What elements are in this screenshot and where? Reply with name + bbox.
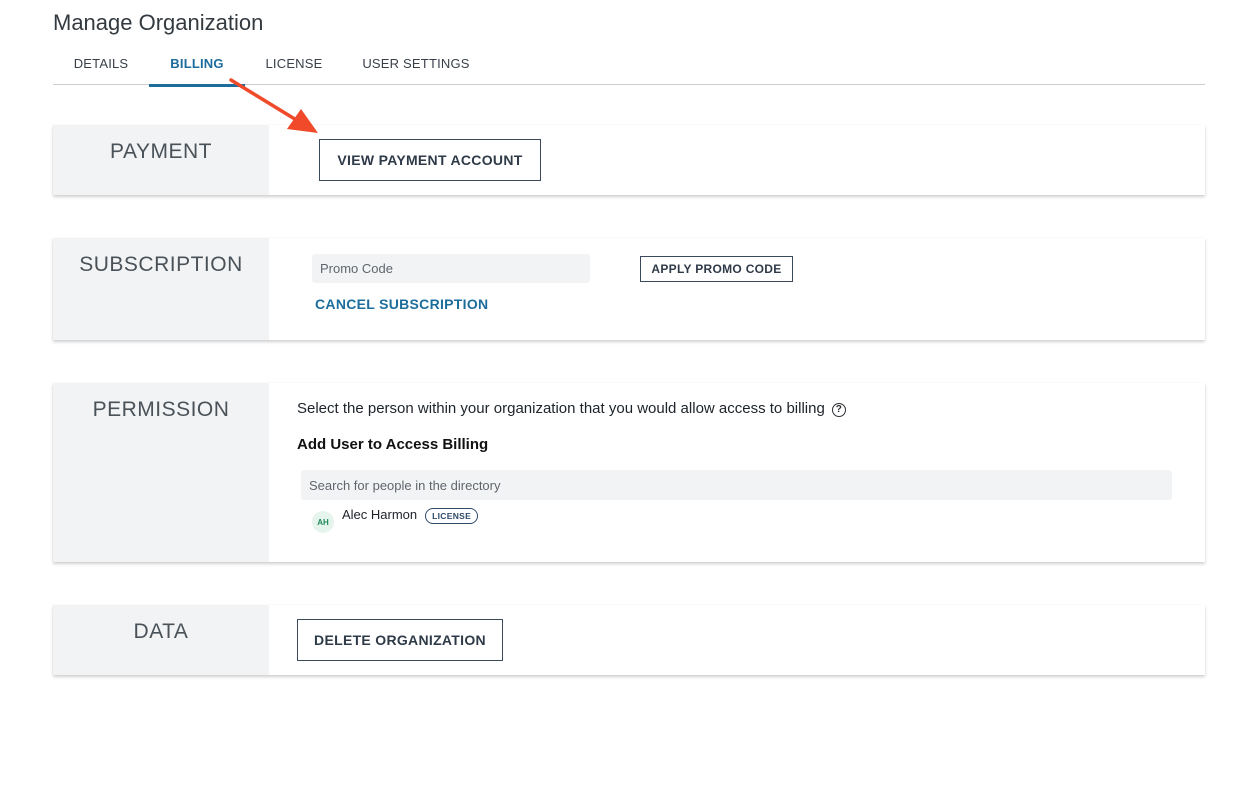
payment-card: PAYMENT VIEW PAYMENT ACCOUNT [53,125,1205,195]
people-search-input[interactable] [301,470,1172,500]
data-card: DATA DELETE ORGANIZATION [53,605,1205,675]
license-badge: LICENSE [425,508,479,524]
tab-billing[interactable]: BILLING [149,52,245,87]
help-icon[interactable]: ? [831,403,846,417]
view-payment-account-button[interactable]: VIEW PAYMENT ACCOUNT [319,139,541,181]
permission-description-text: Select the person within your organizati… [297,400,825,417]
payment-label: PAYMENT [110,140,212,163]
user-name: Alec Harmon [342,507,418,522]
data-label: DATA [133,620,189,643]
permission-card: PERMISSION Select the person within your… [53,383,1205,562]
apply-promo-code-button[interactable]: APPLY PROMO CODE [640,256,793,282]
cancel-subscription-link[interactable]: CANCEL SUBSCRIPTION [315,296,488,312]
add-user-heading: Add User to Access Billing [297,436,489,453]
manage-organization-page: Manage Organization DETAILS BILLING LICE… [0,0,1257,798]
tab-user-settings[interactable]: USER SETTINGS [353,52,479,85]
permission-description: Select the person within your organizati… [297,400,846,417]
avatar: AH [312,511,334,533]
tab-license[interactable]: LICENSE [245,52,343,85]
permission-label: PERMISSION [92,398,230,421]
tab-bar: DETAILS BILLING LICENSE USER SETTINGS [53,52,1205,87]
subscription-label: SUBSCRIPTION [79,253,243,276]
subscription-card: SUBSCRIPTION APPLY PROMO CODE CANCEL SUB… [53,238,1205,340]
tab-details[interactable]: DETAILS [53,52,149,85]
promo-code-input[interactable] [312,254,590,283]
page-title: Manage Organization [53,10,264,35]
user-list-item[interactable]: AH Alec Harmon LICENSE [312,507,479,533]
delete-organization-button[interactable]: DELETE ORGANIZATION [297,619,503,661]
